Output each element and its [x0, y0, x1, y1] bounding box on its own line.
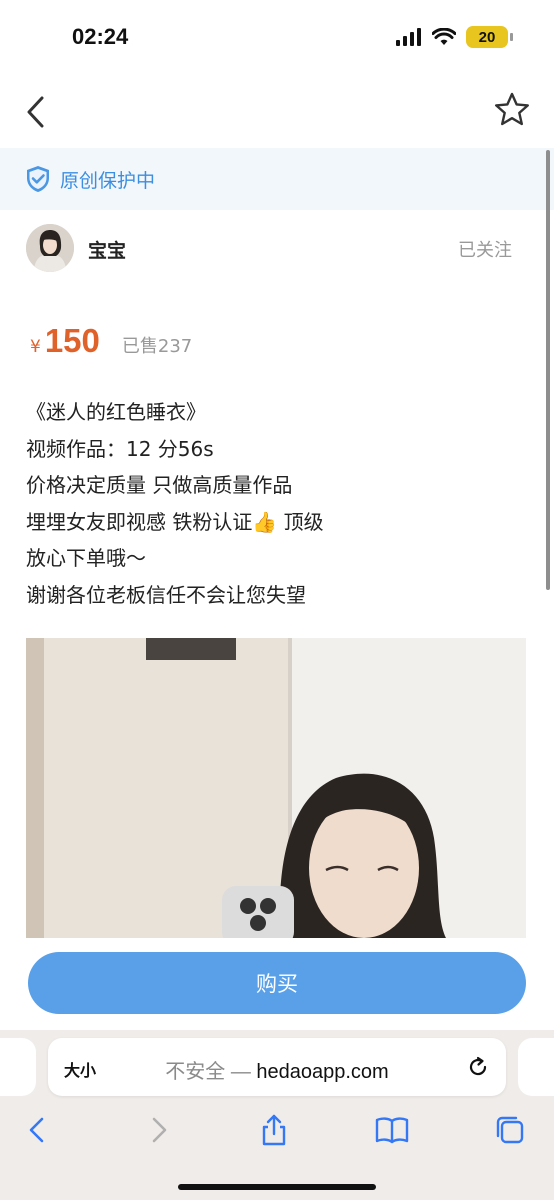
url-display[interactable]: 不安全 — hedaoapp.com: [48, 1055, 506, 1084]
wifi-icon: [432, 28, 456, 45]
status-icons: 20: [396, 26, 513, 48]
description-line: 视频作品：12 分56s: [26, 436, 214, 461]
description-line: 放心下单哦～: [26, 546, 146, 570]
description-line-text: 埋埋女友即视感 铁粉认证: [26, 509, 253, 534]
browser-back-icon[interactable]: [20, 1112, 56, 1148]
browser-forward-icon[interactable]: [140, 1112, 176, 1148]
share-icon[interactable]: [256, 1112, 292, 1148]
battery-indicator: 20: [466, 26, 513, 48]
url-domain: hedaoapp.com: [256, 1061, 389, 1083]
buy-button[interactable]: 购买: [28, 952, 526, 1014]
description-line: 价格决定质量 只做高质量作品: [26, 473, 293, 497]
nav-bar: [0, 74, 554, 148]
next-tab-preview[interactable]: [518, 1038, 554, 1096]
price-amount: 150: [44, 322, 100, 359]
product-description: 《迷人的红色睡衣》 视频作品：12 分56s 价格决定质量 只做高质量作品 埋埋…: [26, 394, 526, 613]
description-line-tail: 顶级: [277, 509, 324, 534]
previous-tab-preview[interactable]: [0, 1038, 36, 1096]
favorite-star-icon[interactable]: [492, 90, 532, 130]
original-protection-banner: 原创保护中: [0, 148, 554, 210]
description-line: 《迷人的红色睡衣》: [26, 400, 206, 424]
thumbs-up-icon: 👍: [252, 509, 278, 534]
address-bar[interactable]: 大小 不安全 — hedaoapp.com: [48, 1038, 506, 1096]
insecure-label: 不安全 —: [165, 1061, 257, 1083]
status-bar: 02:24 20: [0, 0, 554, 74]
protection-label: 原创保护中: [60, 169, 156, 192]
home-indicator: [178, 1184, 376, 1190]
tabs-icon[interactable]: [492, 1112, 528, 1148]
description-line: 埋埋女友即视感 铁粉认证👍 顶级: [26, 504, 526, 541]
status-time: 02:24: [72, 24, 129, 49]
sold-count: 已售237: [121, 336, 193, 357]
author-name[interactable]: 宝宝: [88, 236, 126, 263]
price-row: ¥ 150 已售237: [30, 322, 192, 362]
avatar[interactable]: [26, 224, 74, 272]
currency-symbol: ¥: [30, 337, 41, 357]
cellular-signal-icon: [396, 28, 421, 46]
scroll-indicator: [546, 150, 550, 590]
follow-status-button[interactable]: 已关注: [458, 236, 512, 262]
back-icon[interactable]: [20, 92, 56, 132]
product-photo[interactable]: [26, 638, 526, 938]
shield-check-icon: [27, 166, 49, 192]
description-line: 谢谢各位老板信任不会让您失望: [26, 582, 306, 607]
reload-icon[interactable]: [466, 1055, 490, 1079]
bookmarks-icon[interactable]: [374, 1112, 410, 1148]
author-row: 宝宝 已关注: [26, 224, 526, 274]
browser-bottom-bar: 大小 不安全 — hedaoapp.com: [0, 1030, 554, 1200]
